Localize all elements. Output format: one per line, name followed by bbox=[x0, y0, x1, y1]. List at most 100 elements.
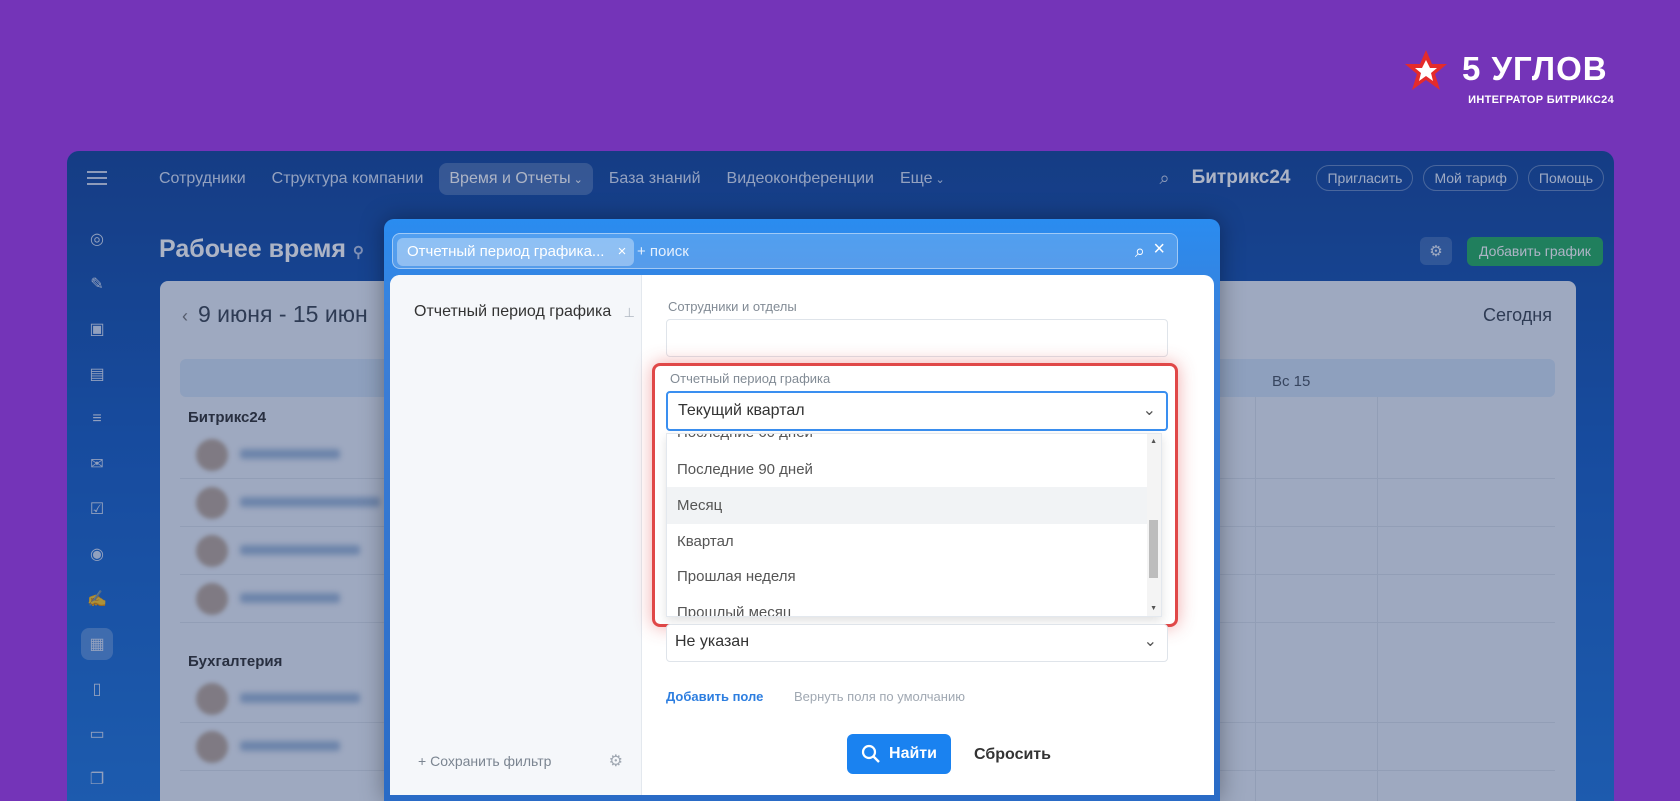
add-graph-button[interactable]: Добавить график bbox=[1467, 237, 1603, 266]
group-label: Бухгалтерия bbox=[188, 653, 283, 670]
pin-icon[interactable]: ⊥ bbox=[624, 305, 635, 321]
nav-item-knowledge[interactable]: База знаний bbox=[599, 163, 711, 195]
reset-button[interactable]: Сбросить bbox=[974, 746, 1051, 764]
period-dropdown: Последние 60 дней Последние 90 дней Меся… bbox=[666, 433, 1162, 617]
target-icon[interactable]: ◉ bbox=[81, 538, 113, 570]
secondary-select-value: Не указан bbox=[675, 633, 750, 650]
scrollbar-thumb[interactable] bbox=[1149, 520, 1158, 578]
save-filter-button[interactable]: + Сохранить фильтр bbox=[418, 753, 551, 769]
period-select-value: Текущий квартал bbox=[678, 402, 805, 419]
star-logo-icon bbox=[1405, 50, 1447, 90]
page-title-text: Рабочее время bbox=[159, 235, 346, 263]
help-button[interactable]: Помощь bbox=[1527, 165, 1604, 191]
search-icon bbox=[861, 744, 880, 763]
avatar bbox=[196, 439, 228, 471]
week-navigator: ‹ 9 июня - 15 июн bbox=[182, 301, 368, 328]
feed-icon[interactable]: ◎ bbox=[81, 223, 113, 255]
add-field-link[interactable]: Добавить поле bbox=[666, 689, 763, 704]
docs-icon[interactable]: ▤ bbox=[81, 358, 113, 390]
find-button-label: Найти bbox=[889, 745, 937, 762]
search-icon[interactable]: ⌕ bbox=[1135, 241, 1145, 262]
secondary-select[interactable]: Не указан ⌄ bbox=[666, 624, 1168, 662]
dropdown-option[interactable]: Прошлый месяц bbox=[667, 594, 1149, 616]
invite-button[interactable]: Пригласить bbox=[1316, 165, 1414, 191]
nav-item-label: Еще bbox=[899, 170, 933, 187]
dropdown-option[interactable]: Квартал bbox=[667, 523, 1149, 560]
nav-item-label: Время и Отчеты bbox=[449, 170, 571, 187]
search-input[interactable] bbox=[637, 243, 1037, 260]
avatar bbox=[196, 487, 228, 519]
avatar bbox=[196, 535, 228, 567]
employee-name bbox=[240, 497, 380, 507]
sign-icon[interactable]: ✍ bbox=[81, 583, 113, 615]
settings-gear-icon[interactable]: ⚙ bbox=[1420, 237, 1452, 265]
filter-chip[interactable]: Отчетный период графика... × bbox=[397, 238, 635, 266]
preset-item[interactable]: Отчетный период графика bbox=[414, 303, 611, 321]
period-label: Отчетный период графика bbox=[670, 371, 831, 386]
scroll-up-icon[interactable]: ▲ bbox=[1150, 438, 1157, 445]
plus-icon: + bbox=[418, 753, 431, 769]
employee-name bbox=[240, 545, 360, 555]
menu-icon[interactable] bbox=[87, 171, 107, 185]
chevron-down-icon: ⌄ bbox=[1143, 633, 1157, 650]
dropdown-option[interactable]: Последние 90 дней bbox=[667, 451, 1149, 488]
week-range: 9 июня - 15 июн bbox=[198, 301, 368, 327]
filter-search-bar[interactable]: Отчетный период графика... × ⌕ × bbox=[392, 233, 1178, 269]
today-button[interactable]: Сегодня bbox=[1483, 305, 1552, 326]
nav-item-time-reports[interactable]: Время и Отчеты ⌄ bbox=[439, 163, 593, 195]
dropdown-option[interactable]: Последние 60 дней bbox=[667, 434, 1149, 451]
dropdown-option[interactable]: Прошлая неделя bbox=[667, 558, 1149, 595]
day-header-sunday: Вс 15 bbox=[1272, 373, 1311, 390]
checkbox-icon[interactable]: ☑ bbox=[81, 493, 113, 525]
left-sidebar: ◎ ✎ ▣ ▤ ≡ ✉ ☑ ◉ ✍ ▦ ▯ ▭ ❐ bbox=[67, 211, 127, 801]
avatar bbox=[196, 583, 228, 615]
search-icon[interactable]: ⌕ bbox=[1160, 168, 1170, 189]
filter-presets: Отчетный период графика ⊥ + Сохранить фи… bbox=[390, 275, 642, 795]
dropdown-option[interactable]: Месяц bbox=[667, 487, 1149, 524]
nav-item-video[interactable]: Видеоконференции bbox=[717, 163, 884, 195]
messages-icon[interactable]: ❐ bbox=[81, 763, 113, 795]
nav-item-employees[interactable]: Сотрудники bbox=[149, 163, 256, 195]
page-title: Рабочее время ⚲ bbox=[159, 235, 364, 264]
chevron-down-icon: ⌄ bbox=[573, 174, 583, 186]
period-select[interactable]: Текущий квартал ⌄ bbox=[666, 391, 1168, 431]
nav-item-more[interactable]: Еще ⌄ bbox=[890, 163, 955, 195]
scrollbar[interactable]: ▲ ▼ bbox=[1147, 434, 1161, 616]
employees-field[interactable] bbox=[666, 319, 1168, 357]
gear-icon[interactable]: ⚙ bbox=[609, 751, 623, 771]
avatar bbox=[196, 683, 228, 715]
clear-icon[interactable]: × bbox=[1153, 238, 1165, 261]
main-nav: Сотрудники Структура компании Время и От… bbox=[149, 163, 955, 195]
card-icon[interactable]: ▭ bbox=[81, 718, 113, 750]
group-label: Битрикс24 bbox=[188, 409, 267, 426]
tasks-icon[interactable]: ✎ bbox=[81, 268, 113, 300]
tariff-button[interactable]: Мой тариф bbox=[1423, 165, 1518, 191]
brand-subtitle: ИНТЕГРАТОР БИТРИКС24 bbox=[1468, 94, 1614, 106]
chevron-down-icon: ⌄ bbox=[1142, 402, 1156, 419]
worktime-icon[interactable]: ▦ bbox=[81, 628, 113, 660]
employee-name bbox=[240, 593, 340, 603]
file-icon[interactable]: ▯ bbox=[81, 673, 113, 705]
save-filter-label: Сохранить фильтр bbox=[430, 753, 552, 769]
scroll-down-icon[interactable]: ▼ bbox=[1150, 605, 1157, 612]
bitrix24-logo: Битрикс24 bbox=[1191, 167, 1291, 188]
filter-panel: Отчетный период графика ⊥ + Сохранить фи… bbox=[390, 275, 1214, 795]
mail-icon[interactable]: ✉ bbox=[81, 448, 113, 480]
filter-popup: Отчетный период графика... × ⌕ × Отчетны… bbox=[384, 219, 1220, 801]
filter-chip-label: Отчетный период графика... bbox=[407, 243, 605, 260]
employees-label: Сотрудники и отделы bbox=[668, 299, 797, 314]
employee-name bbox=[240, 693, 360, 703]
brand-logo: 5 УГЛОВ ИНТЕГРАТОР БИТРИКС24 bbox=[1404, 48, 1614, 108]
top-right-controls: ⌕ Битрикс24 Пригласить Мой тариф Помощь bbox=[1160, 165, 1604, 191]
find-button[interactable]: Найти bbox=[847, 734, 951, 774]
filter-icon[interactable]: ≡ bbox=[81, 403, 113, 435]
employee-name bbox=[240, 449, 340, 459]
nav-item-structure[interactable]: Структура компании bbox=[262, 163, 434, 195]
reset-fields-link[interactable]: Вернуть поля по умолчанию bbox=[794, 689, 965, 704]
avatar bbox=[196, 731, 228, 763]
chevron-left-icon[interactable]: ‹ bbox=[182, 306, 188, 326]
chat-icon[interactable]: ▣ bbox=[81, 313, 113, 345]
pin-icon[interactable]: ⚲ bbox=[353, 244, 364, 261]
chevron-down-icon: ⌄ bbox=[935, 174, 945, 186]
close-icon[interactable]: × bbox=[618, 238, 627, 266]
